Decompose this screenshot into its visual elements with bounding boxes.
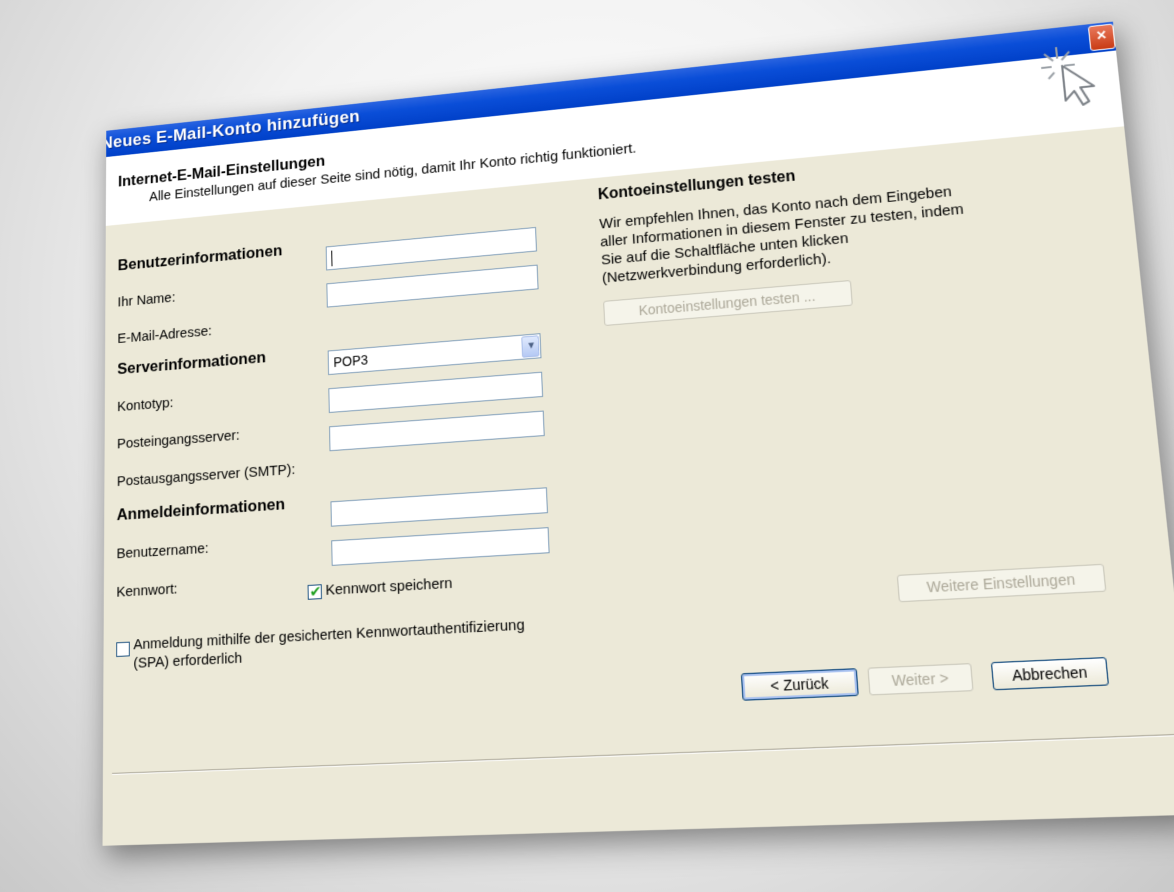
login-info-heading: Anmeldeinformationen bbox=[116, 494, 286, 524]
back-button[interactable]: < Zurück bbox=[740, 668, 859, 701]
name-input[interactable] bbox=[325, 226, 538, 271]
spa-label-line2: (SPA) erforderlich bbox=[133, 649, 243, 672]
dropdown-button[interactable]: ▼ bbox=[521, 335, 540, 358]
account-type-select[interactable]: POP3 ▼ bbox=[327, 333, 542, 376]
username-input[interactable] bbox=[330, 487, 548, 527]
password-input[interactable] bbox=[331, 527, 550, 566]
cursor-sparkle-icon bbox=[1037, 40, 1107, 114]
server-info-heading: Serverinformationen bbox=[117, 348, 266, 378]
checkmark-icon: ✔ bbox=[309, 583, 322, 601]
email-label: E-Mail-Adresse: bbox=[117, 323, 212, 347]
account-type-value: POP3 bbox=[333, 352, 369, 370]
cancel-button[interactable]: Abbrechen bbox=[990, 657, 1110, 691]
outgoing-server-label: Postausgangsserver (SMTP): bbox=[116, 461, 296, 490]
incoming-server-input[interactable] bbox=[328, 371, 544, 413]
username-label: Benutzername: bbox=[116, 540, 209, 563]
incoming-server-label: Posteingangsserver: bbox=[116, 427, 240, 453]
text-caret bbox=[331, 250, 333, 267]
wizard-body: Benutzerinformationen Ihr Name: E-Mail-A… bbox=[102, 126, 1174, 846]
page-background: Neues E-Mail-Konto hinzufügen × Internet… bbox=[0, 0, 1174, 892]
more-settings-button[interactable]: Weitere Einstellungen bbox=[896, 563, 1107, 603]
name-label: Ihr Name: bbox=[117, 289, 176, 311]
dialog-window: Neues E-Mail-Konto hinzufügen × Internet… bbox=[102, 21, 1174, 846]
spa-label-line1: Anmeldung mithilfe der gesicherten Kennw… bbox=[133, 616, 525, 654]
test-settings-button[interactable]: Kontoeinstellungen testen ... bbox=[603, 279, 853, 326]
password-label: Kennwort: bbox=[116, 580, 178, 601]
save-password-label: Kennwort speichern bbox=[325, 574, 453, 599]
save-password-checkbox[interactable]: ✔ bbox=[307, 583, 322, 601]
outgoing-server-input[interactable] bbox=[329, 410, 545, 452]
account-type-label: Kontotyp: bbox=[117, 394, 174, 415]
footer-divider bbox=[112, 733, 1174, 775]
next-button[interactable]: Weiter > bbox=[867, 663, 974, 696]
user-info-heading: Benutzerinformationen bbox=[117, 241, 283, 275]
email-input[interactable] bbox=[326, 264, 539, 308]
spa-checkbox[interactable] bbox=[116, 641, 130, 657]
chevron-down-icon: ▼ bbox=[526, 340, 537, 352]
